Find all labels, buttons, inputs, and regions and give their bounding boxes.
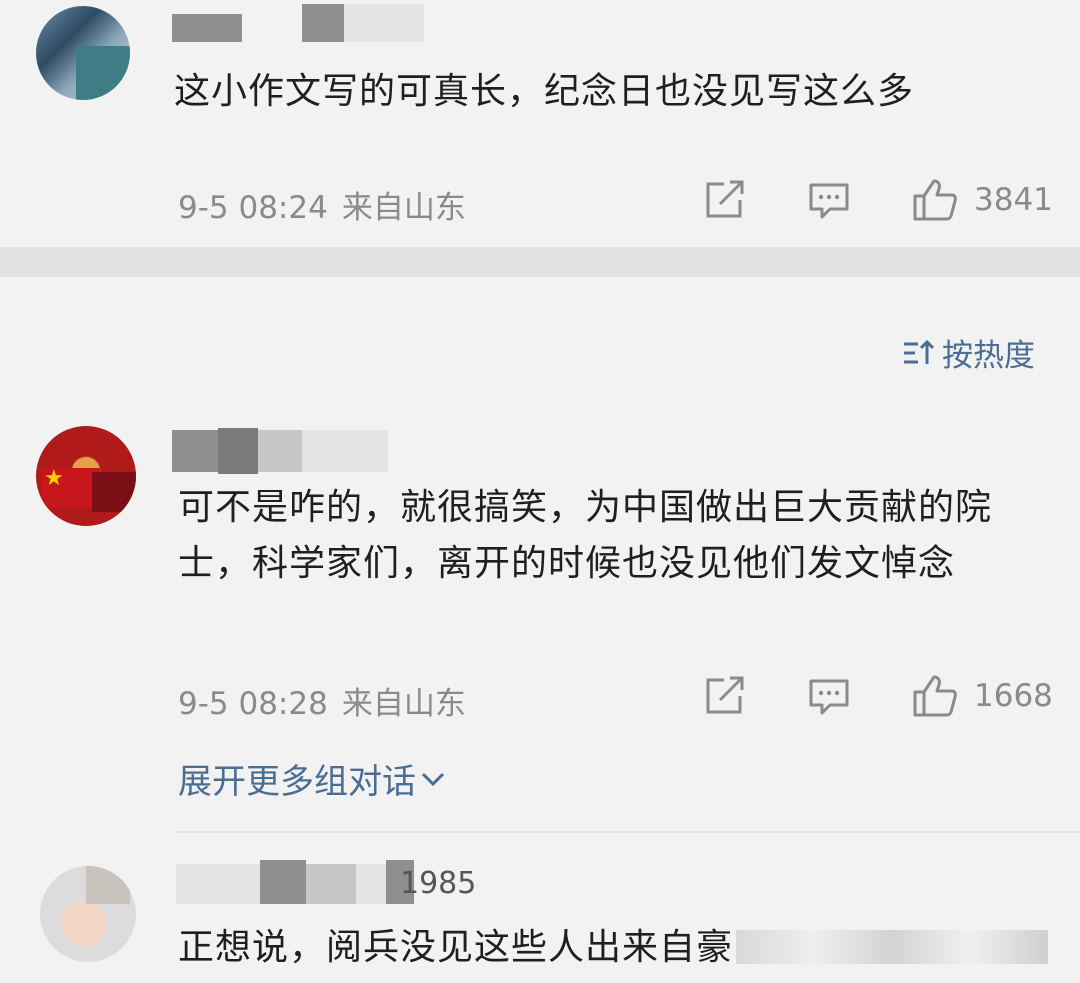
username-mosaic: [172, 430, 218, 472]
divider: [176, 831, 1080, 833]
share-icon[interactable]: [704, 676, 746, 716]
chevron-down-icon: [421, 772, 445, 786]
expand-label: 展开更多组对话: [178, 762, 416, 802]
comment-icon[interactable]: [808, 182, 850, 220]
like-count: 1668: [974, 678, 1053, 714]
username-mosaic: [344, 4, 424, 42]
comment-meta: 9-5 08:24 来自山东: [178, 182, 466, 227]
text-mosaic: [736, 930, 1048, 964]
comment-text: 可不是咋的，就很搞笑，为中国做出巨大贡献的院士，科学家们，离开的时候也没见他们发…: [178, 487, 993, 584]
username-mosaic: [258, 430, 302, 472]
username[interactable]: 1985: [400, 866, 476, 901]
comment-location: 来自山东: [341, 686, 466, 722]
avatar[interactable]: [36, 6, 130, 100]
comment-time: 9-5 08:28: [178, 686, 328, 722]
comment-time: 9-5 08:24: [178, 190, 328, 226]
thumbs-up-icon[interactable]: [912, 178, 958, 222]
username-mosaic: [218, 428, 258, 474]
username-mosaic: [306, 864, 356, 904]
expand-conversation-button[interactable]: 展开更多组对话: [178, 754, 446, 803]
username-mosaic: [302, 4, 344, 42]
share-icon[interactable]: [704, 180, 746, 220]
username-mosaic: [302, 430, 388, 472]
sort-icon: [904, 339, 935, 364]
username-mosaic: [176, 864, 260, 904]
comment-icon[interactable]: [808, 678, 850, 716]
username-mosaic: [172, 14, 242, 42]
like-count: 3841: [974, 182, 1053, 218]
comment-meta: 9-5 08:28 来自山东: [178, 678, 466, 723]
username-mosaic: [356, 864, 386, 904]
avatar[interactable]: ★: [36, 426, 136, 526]
username-mosaic: [260, 860, 306, 904]
section-separator: [0, 247, 1080, 277]
sort-button[interactable]: 按热度: [902, 330, 1035, 375]
thumbs-up-icon[interactable]: [912, 674, 958, 718]
comment-text: 这小作文写的可真长，纪念日也没见写这么多: [174, 71, 915, 112]
avatar[interactable]: [40, 866, 136, 962]
comment-location: 来自山东: [341, 190, 466, 226]
sort-label: 按热度: [942, 338, 1035, 374]
